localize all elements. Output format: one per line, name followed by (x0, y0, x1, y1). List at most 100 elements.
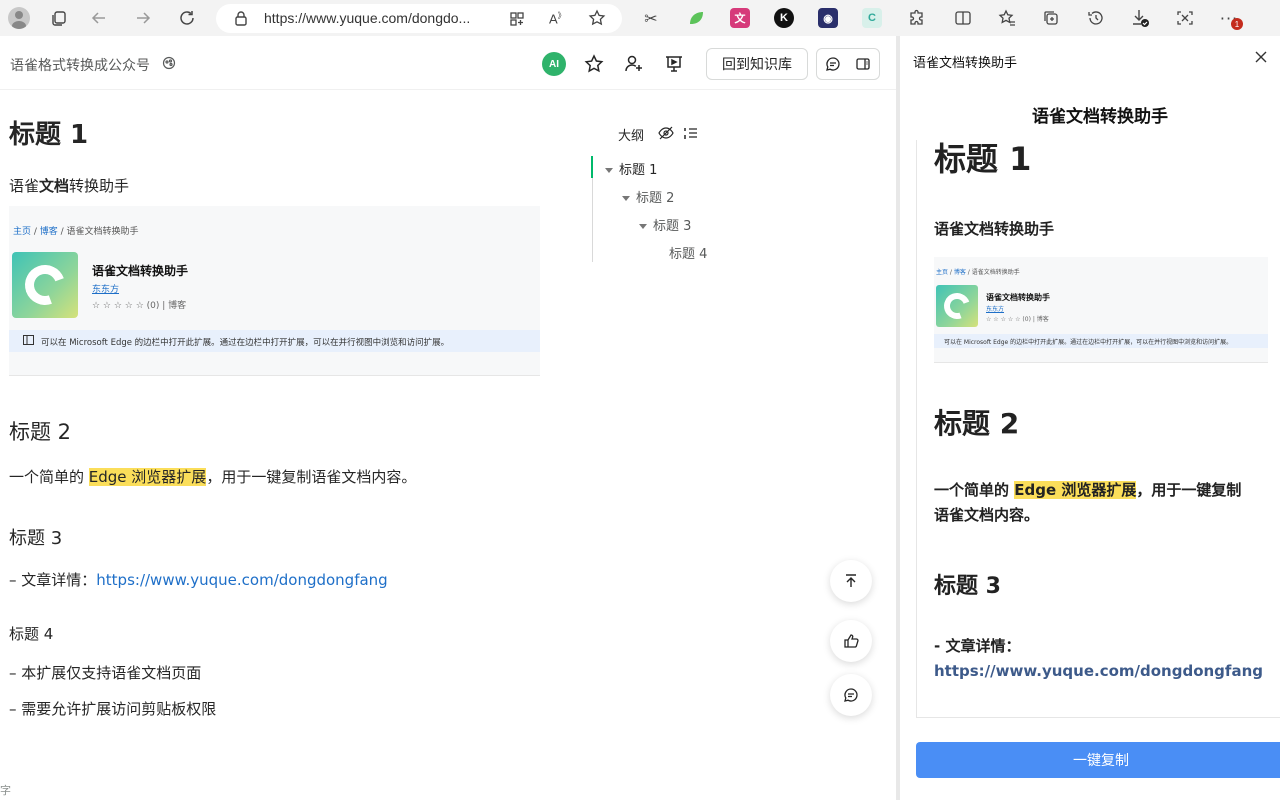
ext-k-icon[interactable]: K (774, 8, 794, 28)
preview-paragraph-3: - 文章详情： (934, 637, 1021, 655)
comment-icon[interactable] (825, 56, 841, 72)
panel-header-title: 语雀文档转换助手 (913, 56, 1018, 71)
preview-paragraph-2: 一个简单的 Edge 浏览器扩展，用于一键复制 (934, 478, 1241, 503)
favorites-icon[interactable] (996, 7, 1018, 29)
back-icon[interactable] (88, 7, 110, 29)
copy-button[interactable]: 一键复制 (916, 742, 1280, 778)
p3-text: – 文章详情： (9, 571, 97, 589)
history-icon[interactable] (1085, 7, 1107, 29)
address-bar[interactable]: https://www.yuque.com/dongdo... A》 (216, 4, 622, 33)
extensions-puzzle-icon[interactable] (906, 7, 928, 29)
url-text[interactable]: https://www.yuque.com/dongdo... (264, 10, 470, 26)
preview-bc-rest: / 语雀文档转换助手 (965, 269, 1020, 276)
sidebar-toggle-icon[interactable] (855, 56, 871, 72)
paragraph-3: – 文章详情：https://www.yuque.com/dongdongfan… (9, 569, 388, 590)
preview-p2-text-end: ，用于一键复制 (1136, 481, 1242, 499)
bc-home: 主页 (13, 227, 32, 237)
ext-translate-icon[interactable]: 文 (730, 8, 750, 28)
outline-list-icon[interactable] (684, 126, 698, 140)
favorite-star-icon[interactable] (588, 9, 606, 27)
heading-4: 标题 4 (9, 625, 54, 643)
p1-text: 语雀 (9, 177, 40, 195)
refresh-icon[interactable] (176, 7, 198, 29)
browser-toolbar: https://www.yuque.com/dongdo... A》 ✂ 文 K… (0, 0, 1280, 36)
embed-info-note: 可以在 Microsoft Edge 的边栏中打开此扩展。通过在边栏中打开扩展，… (9, 330, 540, 352)
sidebar-panel-icon (23, 335, 34, 345)
view-toggle-group (816, 48, 880, 80)
embed-breadcrumb: 主页 / 博客 / 语雀文档转换助手 (13, 224, 139, 237)
p2-text: 一个简单的 (9, 468, 89, 486)
p1-bold: 文档 (39, 177, 70, 195)
heading-2: 标题 2 (9, 420, 72, 444)
outline-item-label: 标题 4 (669, 247, 708, 262)
bc-sep: / (31, 227, 40, 237)
outline-item-2[interactable]: 标题 2 (622, 187, 674, 206)
document-content: 标题 1 语雀文档转换助手 主页 / 博客 / 语雀文档转换助手 语雀文档转换助… (0, 90, 590, 800)
profile-avatar-icon[interactable] (8, 7, 30, 29)
presentation-icon[interactable] (662, 52, 686, 76)
outline-item-1[interactable]: 标题 1 (605, 159, 657, 178)
screenshot-icon[interactable] (1174, 7, 1196, 29)
scissors-icon[interactable]: ✂ (640, 7, 662, 29)
thumbs-up-icon (844, 634, 859, 648)
read-aloud-icon[interactable]: A》 (549, 10, 566, 26)
ext-game-icon[interactable]: ◉ (818, 8, 838, 28)
ext-yuque-converter-icon[interactable]: C (862, 8, 882, 28)
star-icon[interactable] (582, 52, 606, 76)
list-item-2: – 需要允许扩展访问剪贴板权限 (9, 700, 217, 718)
scroll-to-top-button[interactable] (830, 560, 872, 602)
doc-title: 语雀格式转换成公众号 (10, 58, 150, 74)
p1-text-end: 转换助手 (69, 177, 130, 195)
heading-1: 标题 1 (9, 120, 89, 150)
outline-active-indicator (591, 156, 593, 178)
preview-extension-logo (936, 285, 978, 327)
ai-assistant-button[interactable]: AI (542, 52, 566, 76)
article-link[interactable]: https://www.yuque.com/dongdongfang (96, 571, 387, 589)
preview-article-link[interactable]: https://www.yuque.com/dongdongfang (934, 659, 1263, 684)
outline-item-4[interactable]: 标题 4 (669, 243, 707, 262)
list-item-1: – 本扩展仅支持语雀文档页面 (9, 664, 202, 682)
preview-ext-author: 东东方 (986, 306, 1005, 313)
downloads-icon[interactable] (1129, 7, 1151, 29)
outline-item-label: 标题 3 (653, 219, 692, 234)
hide-outline-icon[interactable] (658, 126, 674, 140)
preview-bc-blog: 博客 (953, 269, 966, 276)
preview-heading-1: 标题 1 (934, 140, 1032, 178)
preview-bc-home: 主页 (936, 269, 949, 276)
preview-info-note: 可以在 Microsoft Edge 的边栏中打开此扩展。通过在边栏中打开扩展，… (934, 334, 1268, 348)
preview-box: 标题 1 语雀文档转换助手 主页 / 博客 / 语雀文档转换助手 语雀文档转换助… (916, 140, 1280, 718)
bc-rest: / 语雀文档转换助手 (57, 227, 139, 237)
document-header: 语雀格式转换成公众号 AI 回到知识库 (0, 36, 896, 90)
back-to-library-button[interactable]: 回到知识库 (706, 48, 808, 80)
outline-item-3[interactable]: 标题 3 (639, 215, 691, 234)
comment-fab-button[interactable] (830, 674, 872, 716)
outline-item-label: 标题 1 (619, 163, 658, 178)
split-screen-icon[interactable] (952, 7, 974, 29)
heading-3: 标题 3 (9, 528, 63, 549)
preview-ext-rating: ☆ ☆ ☆ ☆ ☆ (0) | 博客 (986, 316, 1049, 323)
close-icon[interactable] (1254, 50, 1268, 64)
ext-green-leaf-icon[interactable] (686, 8, 706, 28)
arrow-up-icon (846, 574, 856, 587)
lock-icon[interactable] (234, 10, 248, 26)
doc-settings-icon[interactable] (162, 56, 176, 70)
preview-ext-name: 语雀文档转换助手 (986, 293, 1050, 302)
embed-ext-rating: ☆ ☆ ☆ ☆ ☆ (0) | 博客 (92, 301, 187, 311)
outline-title: 大纲 (618, 129, 645, 144)
extension-sidebar-panel: 语雀文档转换助手 语雀文档转换助手 标题 1 语雀文档转换助手 主页 / 博客 … (900, 36, 1280, 800)
tab-actions-icon[interactable] (48, 7, 70, 29)
apps-icon[interactable] (509, 11, 525, 27)
panel-title: 语雀文档转换助手 (1032, 107, 1168, 127)
outline-item-label: 标题 2 (636, 191, 675, 206)
comment-bubble-icon (844, 688, 858, 702)
bc-blog: 博客 (39, 227, 58, 237)
like-button[interactable] (830, 620, 872, 662)
forward-icon[interactable] (132, 7, 154, 29)
extension-logo (12, 252, 78, 318)
embed-ext-name: 语雀文档转换助手 (92, 264, 189, 278)
p2-text-end: ，用于一键复制语雀文档内容。 (206, 468, 417, 486)
collections-icon[interactable] (1040, 7, 1062, 29)
preview-paragraph-1: 语雀文档转换助手 (934, 220, 1055, 238)
add-collaborator-icon[interactable] (622, 52, 646, 76)
p2-highlight: Edge 浏览器扩展 (88, 468, 207, 486)
